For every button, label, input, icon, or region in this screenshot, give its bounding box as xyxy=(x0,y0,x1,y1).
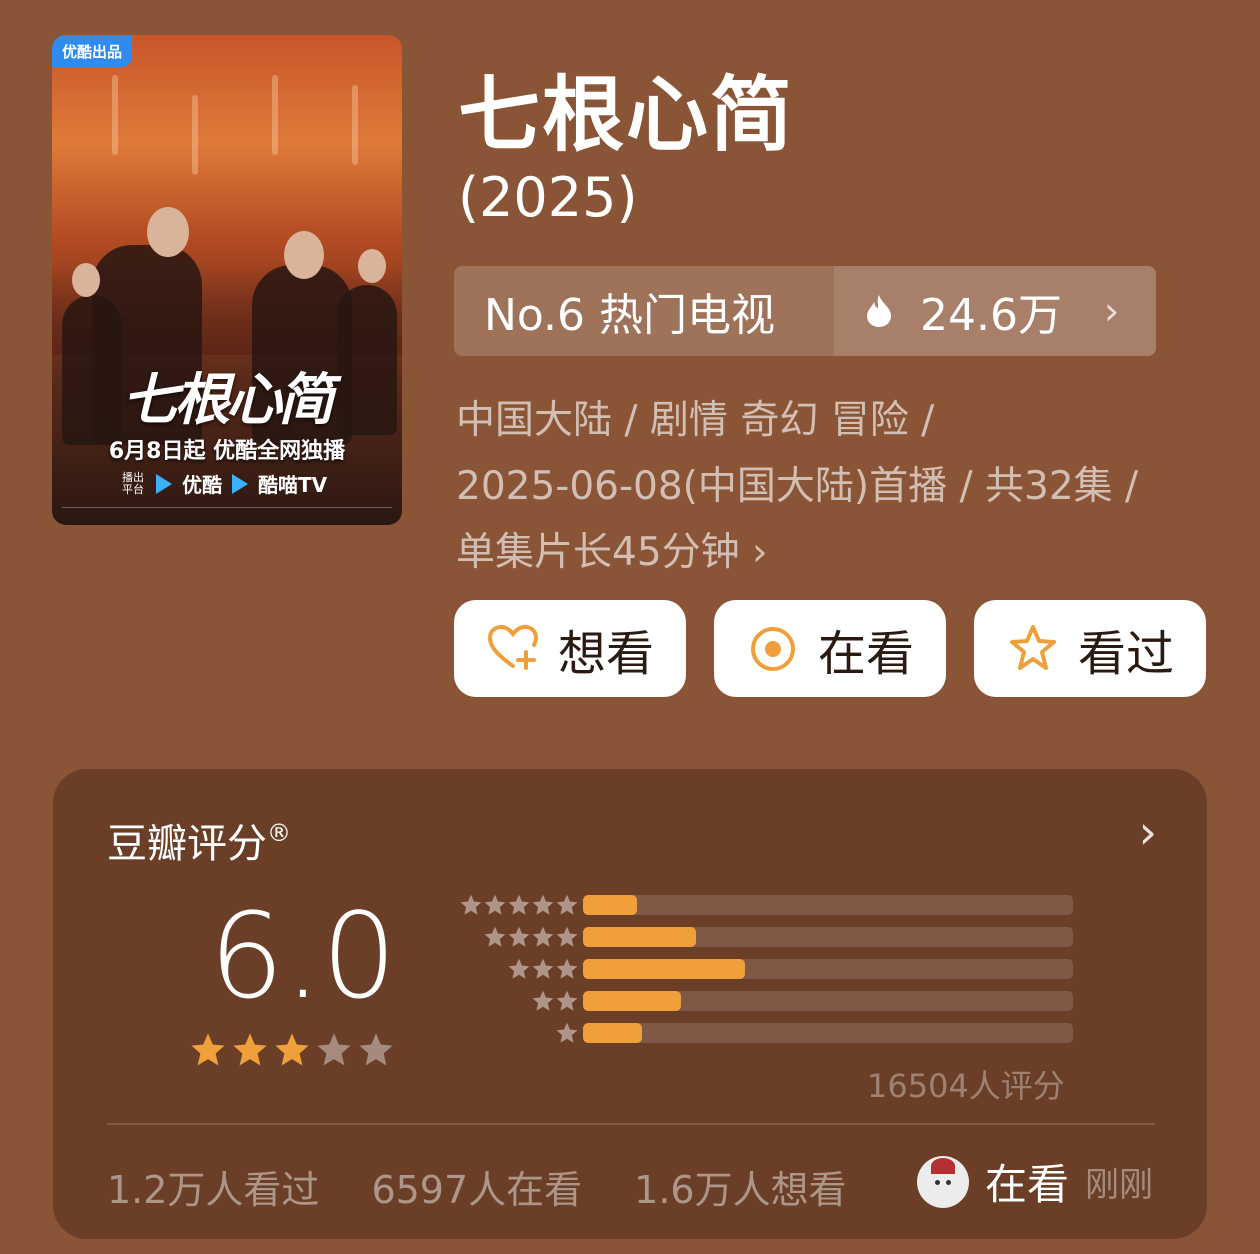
distribution-row xyxy=(437,921,1073,953)
registered-mark: ® xyxy=(267,819,291,847)
meta-line: 中国大陆 / 剧情 奇幻 冒险 / xyxy=(456,398,935,443)
distribution-bar xyxy=(583,959,745,979)
meta-line: 单集片长45分钟 › xyxy=(456,530,768,575)
poster-calligraphy: 七根心简 xyxy=(122,367,334,433)
star-filled-icon xyxy=(233,1033,267,1066)
distribution-row xyxy=(437,1017,1073,1049)
star-icon xyxy=(484,926,506,947)
star-outline-icon xyxy=(1009,624,1056,670)
distribution-bar-track xyxy=(583,959,1073,979)
want-label: 想看 xyxy=(557,625,654,682)
poster-footer-line xyxy=(62,507,392,508)
target-icon xyxy=(750,626,795,671)
watching-label: 在看 xyxy=(817,625,914,682)
rank-label: No.6 热门电视 xyxy=(454,266,834,356)
star-icon xyxy=(508,958,530,979)
youku-icon xyxy=(156,473,172,494)
flame-icon xyxy=(867,295,891,327)
distribution-row xyxy=(437,985,1073,1017)
poster-platform-1: 优酷 xyxy=(182,473,222,497)
heat-value: 24.6万 xyxy=(920,290,1062,341)
meta-line: 2025-06-08(中国大陆)首播 / 共32集 / xyxy=(456,464,1139,509)
star-icon xyxy=(556,894,578,915)
poster-platforms: 播出平台 优酷 酷喵TV xyxy=(122,469,327,498)
poster-release-line: 6月8日起 优酷全网独播 xyxy=(108,439,346,464)
distribution-stars xyxy=(437,1021,579,1045)
star-filled-icon xyxy=(191,1033,225,1066)
rating-title: 豆瓣评分® xyxy=(107,811,291,869)
star-icon xyxy=(532,894,554,915)
rating-score: 6.0 xyxy=(209,887,397,1025)
star-icon xyxy=(556,958,578,979)
star-icon xyxy=(556,926,578,947)
star-icon xyxy=(532,958,554,979)
poster-face xyxy=(147,207,189,257)
distribution-bar-track xyxy=(583,1023,1073,1043)
distribution-row xyxy=(437,889,1073,921)
watching-button[interactable]: 在看 xyxy=(714,600,946,697)
want-count[interactable]: 1.6万人想看 xyxy=(634,1159,846,1214)
star-icon xyxy=(460,894,482,915)
watch-stats: 1.2万人看过 6597人在看 1.6万人想看 xyxy=(107,1159,847,1214)
watched-button[interactable]: 看过 xyxy=(974,600,1206,697)
rating-title-text: 豆瓣评分 xyxy=(107,821,267,867)
rank-banner[interactable]: No.6 热门电视 24.6万 › xyxy=(454,266,1156,356)
star-icon xyxy=(484,894,506,915)
watching-count[interactable]: 6597人在看 xyxy=(371,1159,582,1214)
poster-image[interactable]: 优酷出品 七根心简 6月8日起 优酷全网独播 播出平台 优酷 酷喵TV xyxy=(52,35,402,525)
distribution-bar-track xyxy=(583,991,1073,1011)
distribution-bar xyxy=(583,895,637,915)
star-icon xyxy=(532,926,554,947)
distribution-stars xyxy=(437,989,579,1013)
distribution-bar xyxy=(583,991,681,1011)
poster-badge: 优酷出品 xyxy=(52,35,133,68)
poster-platform-2: 酷喵TV xyxy=(258,473,328,497)
distribution-row xyxy=(437,953,1073,985)
raters-count: 16504人评分 xyxy=(867,1067,1065,1105)
chevron-right-icon[interactable]: › xyxy=(1139,805,1157,859)
divider xyxy=(107,1123,1155,1125)
heart-plus-icon xyxy=(487,624,538,670)
star-icon xyxy=(556,990,578,1011)
star-empty-icon xyxy=(317,1033,351,1066)
distribution-bar xyxy=(583,1023,642,1043)
heat-indicator[interactable]: 24.6万 › xyxy=(834,266,1156,356)
activity-action: 在看 xyxy=(985,1160,1070,1209)
distribution-stars xyxy=(437,925,579,949)
poster-platform-label: 播出平台 xyxy=(122,470,144,496)
poster-face xyxy=(284,231,324,279)
distribution-bar xyxy=(583,927,696,947)
activity-time: 刚刚 xyxy=(1085,1165,1154,1205)
friend-activity[interactable]: 在看 刚刚 xyxy=(917,1151,1153,1212)
want-button[interactable]: 想看 xyxy=(454,600,686,697)
page-title: 七根心简 xyxy=(458,68,795,163)
poster-face xyxy=(72,263,100,297)
poster-figure xyxy=(337,285,397,435)
distribution-bar-track xyxy=(583,895,1073,915)
star-filled-icon xyxy=(275,1033,309,1066)
star-icon xyxy=(556,1022,578,1043)
star-icon xyxy=(532,990,554,1011)
kumiao-icon xyxy=(232,473,248,494)
distribution-stars xyxy=(437,893,579,917)
watched-label: 看过 xyxy=(1077,625,1174,682)
watched-count[interactable]: 1.2万人看过 xyxy=(107,1159,319,1214)
star-icon xyxy=(508,894,530,915)
rating-card[interactable]: 豆瓣评分® › 6.0 16504人评分 1.2万人看过 6597人在看 1.6… xyxy=(53,769,1207,1239)
rating-distribution xyxy=(437,889,1073,1049)
star-icon xyxy=(508,926,530,947)
release-year: (2025) xyxy=(458,166,638,229)
rating-stars xyxy=(189,1031,395,1069)
star-empty-icon xyxy=(359,1033,393,1066)
meta-info[interactable]: 中国大陆 / 剧情 奇幻 冒险 / 2025-06-08(中国大陆)首播 / 共… xyxy=(456,388,1246,586)
distribution-bar-track xyxy=(583,927,1073,947)
avatar[interactable] xyxy=(917,1155,969,1208)
poster-face xyxy=(358,249,386,283)
chevron-right-icon: › xyxy=(1103,289,1120,333)
distribution-stars xyxy=(437,957,579,981)
